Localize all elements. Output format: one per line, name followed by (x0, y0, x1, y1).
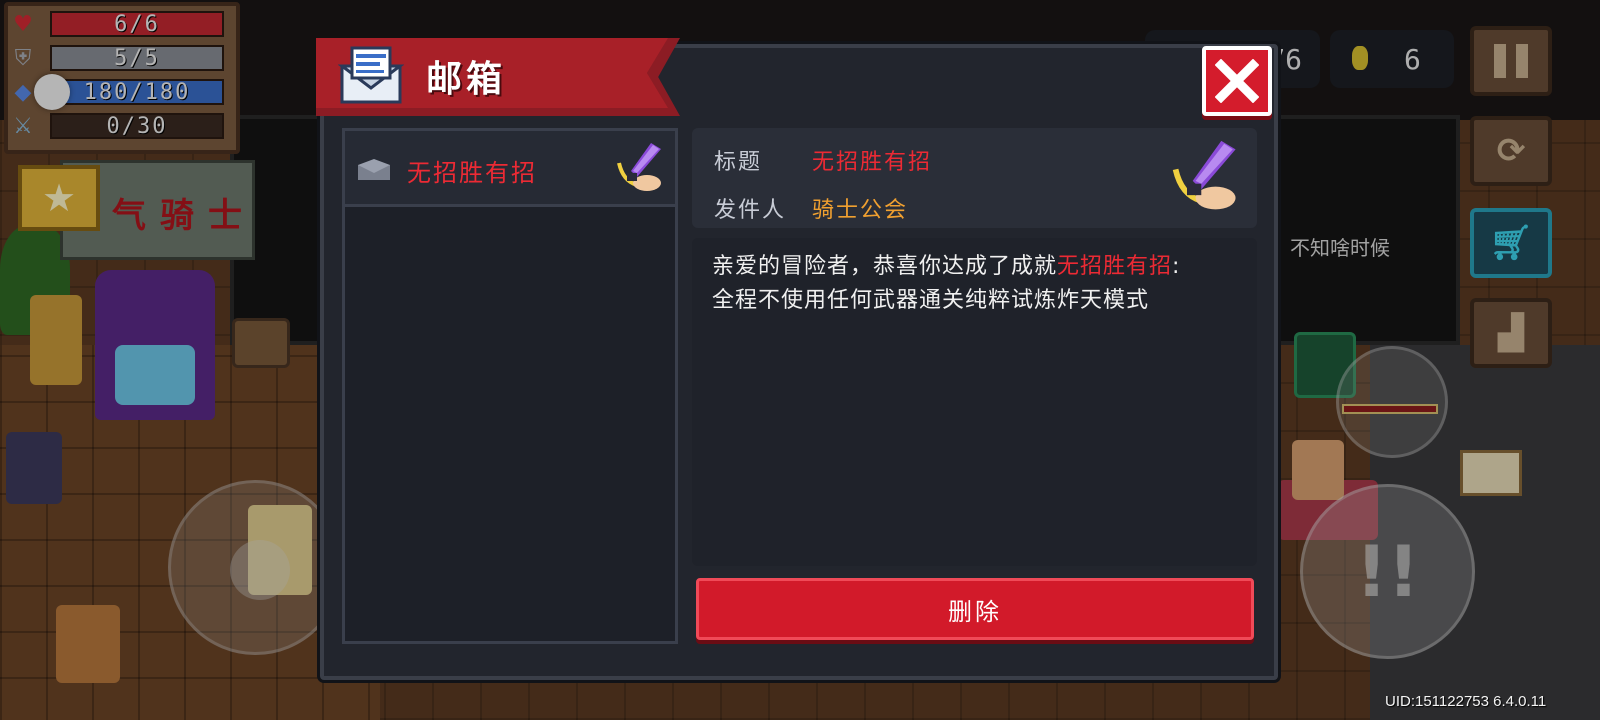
mail-body-line2: 全程不使用任何武器通关纯粹试炼炸天模式 (712, 288, 1150, 313)
sender-value: 骑士公会 (812, 198, 909, 223)
body-highlight: 无招胜有招 (1057, 254, 1173, 279)
mail-icon (337, 44, 405, 106)
mail-body-line1: 亲爱的冒险者，恭喜你达成了成就无招胜有招: (712, 250, 1242, 284)
body-prefix: 亲爱的冒险者，恭喜你达成了成就 (712, 254, 1058, 279)
title-label: 标题 (714, 150, 763, 175)
mail-list-item-title: 无招胜有招 (407, 159, 537, 187)
uid-label: UID:151122753 6.4.0.11 (1385, 693, 1547, 710)
mail-list-item[interactable]: 无招胜有招 (345, 131, 675, 207)
sender-label: 发件人 (714, 198, 787, 223)
mailbox-title: 邮箱 (426, 59, 507, 100)
mail-list: 无招胜有招 (342, 128, 678, 644)
body-suffix: : (1172, 254, 1181, 279)
envelope-icon (358, 159, 390, 180)
title-value: 无招胜有招 (812, 150, 933, 175)
reward-sword-hand-icon (1172, 140, 1236, 210)
delete-button[interactable]: 删除 (696, 578, 1254, 640)
close-icon (1215, 59, 1259, 103)
sword-hand-icon (617, 143, 661, 191)
mail-body-text: 亲爱的冒险者，恭喜你达成了成就无招胜有招: 全程不使用任何武器通关纯粹试炼炸天模… (712, 250, 1242, 318)
close-button[interactable] (1202, 46, 1272, 116)
